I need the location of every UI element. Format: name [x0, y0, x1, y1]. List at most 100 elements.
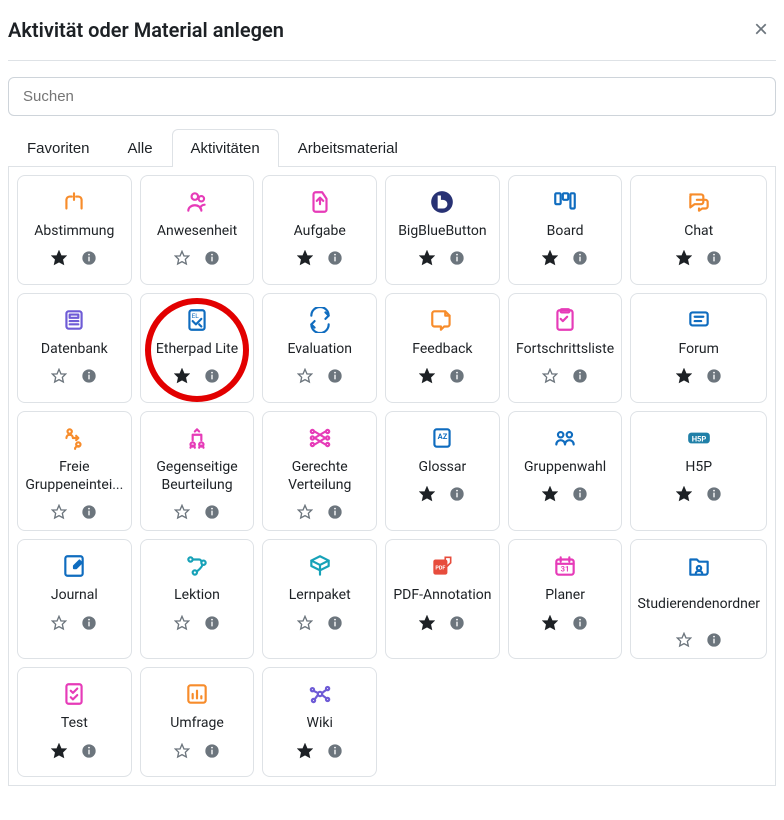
- activity-gerechte[interactable]: Gerechte Verteilung: [262, 411, 377, 531]
- activity-gruppenwahl[interactable]: Gruppenwahl: [508, 411, 623, 531]
- activity-freiegruppe[interactable]: Freie Gruppeneintei...: [17, 411, 132, 531]
- star-toggle[interactable]: [51, 250, 67, 266]
- info-button[interactable]: [572, 368, 588, 384]
- star-toggle[interactable]: [174, 368, 190, 384]
- activity-feedback[interactable]: Feedback: [385, 293, 500, 403]
- activity-etherpad[interactable]: EL Etherpad Lite: [140, 293, 255, 403]
- star-toggle[interactable]: [419, 250, 435, 266]
- activity-umfrage[interactable]: Umfrage: [140, 667, 255, 777]
- star-toggle[interactable]: [174, 743, 190, 759]
- activity-pdfannot[interactable]: PDF PDF-Annotation: [385, 539, 500, 659]
- activity-anwesenheit[interactable]: Anwesenheit: [140, 175, 255, 285]
- info-button[interactable]: [81, 743, 97, 759]
- activity-label: Gerechte Verteilung: [269, 458, 370, 494]
- activity-fortschritt[interactable]: Fortschrittsliste: [508, 293, 623, 403]
- star-toggle[interactable]: [174, 504, 190, 520]
- activity-wiki[interactable]: Wiki: [262, 667, 377, 777]
- star-toggle[interactable]: [542, 368, 558, 384]
- star-toggle[interactable]: [51, 504, 67, 520]
- info-button[interactable]: [204, 743, 220, 759]
- info-button[interactable]: [449, 486, 465, 502]
- star-toggle[interactable]: [676, 632, 692, 648]
- activity-evaluation[interactable]: Evaluation: [262, 293, 377, 403]
- activity-gegenseitig[interactable]: Gegenseitige Beurteilung: [140, 411, 255, 531]
- svg-text:PDF: PDF: [436, 566, 446, 572]
- activity-lektion[interactable]: Lektion: [140, 539, 255, 659]
- info-button[interactable]: [327, 368, 343, 384]
- star-toggle[interactable]: [297, 504, 313, 520]
- activity-datenbank[interactable]: Datenbank: [17, 293, 132, 403]
- activity-glossar[interactable]: AZ Glossar: [385, 411, 500, 531]
- info-button[interactable]: [204, 615, 220, 631]
- info-button[interactable]: [449, 368, 465, 384]
- tab-fav[interactable]: Favoriten: [8, 129, 109, 167]
- star-toggle[interactable]: [174, 615, 190, 631]
- info-button[interactable]: [327, 504, 343, 520]
- info-button[interactable]: [81, 615, 97, 631]
- star-toggle[interactable]: [297, 743, 313, 759]
- star-toggle[interactable]: [174, 250, 190, 266]
- info-button[interactable]: [449, 250, 465, 266]
- star-toggle[interactable]: [51, 368, 67, 384]
- activity-forum[interactable]: Forum: [630, 293, 767, 403]
- star-toggle[interactable]: [676, 250, 692, 266]
- activity-test[interactable]: Test: [17, 667, 132, 777]
- h5p-icon: H5P: [686, 424, 712, 452]
- card-actions: [51, 368, 97, 384]
- tab-all[interactable]: Alle: [109, 129, 172, 167]
- search-input[interactable]: [8, 77, 776, 116]
- star-toggle[interactable]: [542, 486, 558, 502]
- star-toggle[interactable]: [542, 615, 558, 631]
- search-container: [8, 77, 776, 116]
- info-button[interactable]: [449, 615, 465, 631]
- info-button[interactable]: [327, 743, 343, 759]
- workshop-icon: [184, 424, 210, 452]
- activity-planer[interactable]: 31 Planer: [508, 539, 623, 659]
- close-button[interactable]: ×: [746, 16, 776, 44]
- star-toggle[interactable]: [51, 615, 67, 631]
- info-button[interactable]: [572, 615, 588, 631]
- info-button[interactable]: [706, 486, 722, 502]
- activity-label: Journal: [51, 586, 98, 604]
- star-toggle[interactable]: [419, 615, 435, 631]
- info-button[interactable]: [204, 250, 220, 266]
- activity-lernpaket[interactable]: Lernpaket: [262, 539, 377, 659]
- star-toggle[interactable]: [297, 615, 313, 631]
- star-toggle[interactable]: [676, 486, 692, 502]
- info-button[interactable]: [572, 250, 588, 266]
- info-button[interactable]: [81, 250, 97, 266]
- tab-act[interactable]: Aktivitäten: [172, 129, 279, 167]
- activity-label: Chat: [684, 222, 713, 240]
- activity-label: BigBlueButton: [398, 222, 486, 240]
- tab-mat[interactable]: Arbeitsmaterial: [279, 129, 417, 167]
- star-toggle[interactable]: [51, 743, 67, 759]
- info-button[interactable]: [572, 486, 588, 502]
- info-button[interactable]: [706, 250, 722, 266]
- activity-bbb[interactable]: BigBlueButton: [385, 175, 500, 285]
- info-button[interactable]: [81, 368, 97, 384]
- freegroup-icon: [61, 424, 87, 452]
- activity-h5p[interactable]: H5P H5P: [630, 411, 767, 531]
- activity-chat[interactable]: Chat: [630, 175, 767, 285]
- activity-journal[interactable]: Journal: [17, 539, 132, 659]
- activity-board[interactable]: Board: [508, 175, 623, 285]
- star-toggle[interactable]: [297, 250, 313, 266]
- activity-studierenden[interactable]: Studierendenordner: [630, 539, 767, 659]
- info-button[interactable]: [81, 504, 97, 520]
- info-button[interactable]: [327, 615, 343, 631]
- card-actions: [542, 486, 588, 502]
- star-toggle[interactable]: [419, 486, 435, 502]
- star-toggle[interactable]: [542, 250, 558, 266]
- info-button[interactable]: [204, 368, 220, 384]
- info-button[interactable]: [706, 368, 722, 384]
- activity-chooser-modal: Aktivität oder Material anlegen × Favori…: [0, 0, 784, 794]
- activity-aufgabe[interactable]: Aufgabe: [262, 175, 377, 285]
- star-toggle[interactable]: [419, 368, 435, 384]
- activity-grid-container: Abstimmung Anwesenheit Aufgabe BigBlueBu…: [8, 167, 776, 786]
- activity-abstimmung[interactable]: Abstimmung: [17, 175, 132, 285]
- star-toggle[interactable]: [297, 368, 313, 384]
- info-button[interactable]: [327, 250, 343, 266]
- info-button[interactable]: [706, 632, 722, 648]
- star-toggle[interactable]: [676, 368, 692, 384]
- info-button[interactable]: [204, 504, 220, 520]
